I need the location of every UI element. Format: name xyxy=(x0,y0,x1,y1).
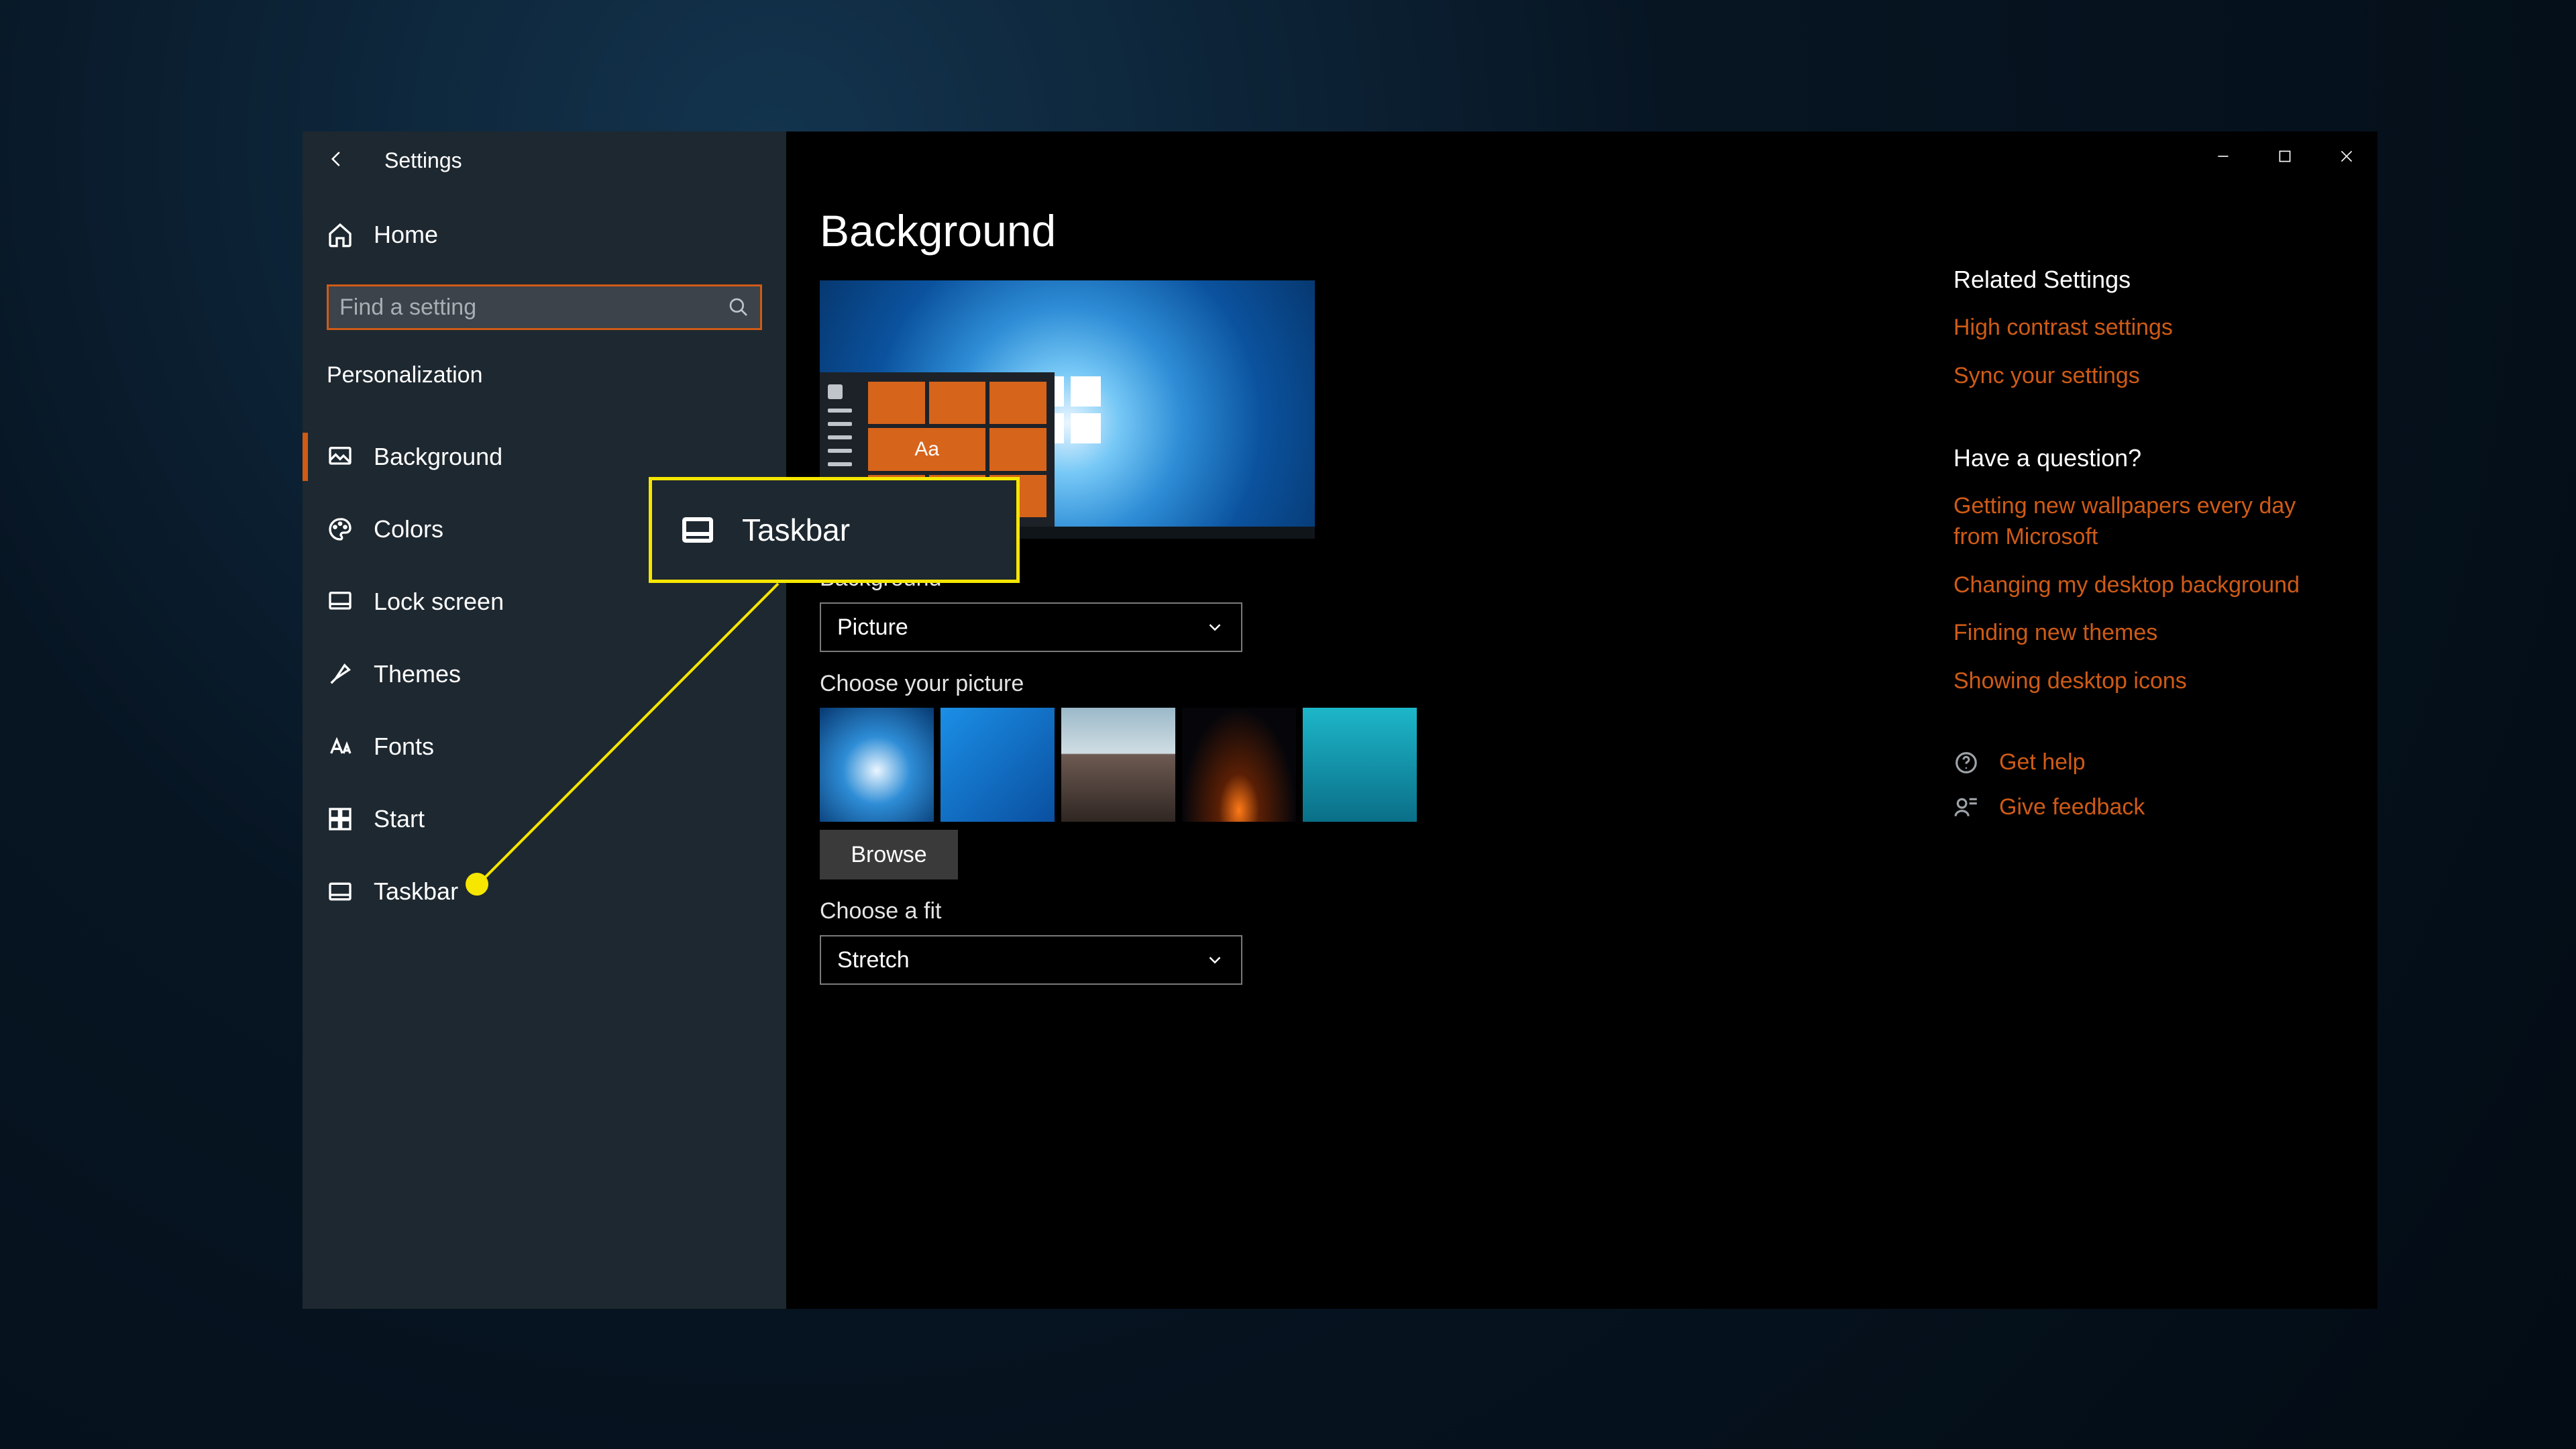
fit-label: Choose a fit xyxy=(820,898,1953,924)
link-q4[interactable]: Showing desktop icons xyxy=(1953,666,2329,697)
preview-sample-text: Aa xyxy=(868,428,985,470)
fonts-icon xyxy=(327,733,354,760)
home-label: Home xyxy=(374,221,438,249)
fit-dropdown[interactable]: Stretch xyxy=(820,935,1242,985)
related-settings-title: Related Settings xyxy=(1953,266,2329,294)
sidebar-item-label: Start xyxy=(374,805,425,833)
link-q2[interactable]: Changing my desktop background xyxy=(1953,570,2329,601)
search-input[interactable] xyxy=(339,294,720,321)
content: Background Aa Background Picture xyxy=(786,131,1953,1309)
feedback-icon xyxy=(1953,795,1979,820)
link-high-contrast[interactable]: High contrast settings xyxy=(1953,313,2329,343)
give-feedback-row[interactable]: Give feedback xyxy=(1953,794,2329,820)
page-title: Background xyxy=(820,205,1953,256)
sidebar-item-fonts[interactable]: Fonts xyxy=(303,710,786,783)
title-row: Settings xyxy=(303,131,786,193)
chevron-down-icon xyxy=(1205,950,1225,970)
home-icon xyxy=(327,221,354,248)
annotation-dot xyxy=(466,873,488,896)
annotation-callout: Taskbar xyxy=(649,477,1020,583)
background-dropdown[interactable]: Picture xyxy=(820,602,1242,652)
section-title: Personalization xyxy=(303,342,786,405)
search-box[interactable] xyxy=(327,284,762,330)
browse-button[interactable]: Browse xyxy=(820,830,958,879)
related-settings-block: Related Settings High contrast settings … xyxy=(1953,266,2329,392)
picture-thumb-3[interactable] xyxy=(1061,708,1175,822)
chevron-down-icon xyxy=(1205,617,1225,637)
start-icon xyxy=(327,806,354,833)
get-help-row[interactable]: Get help xyxy=(1953,749,2329,775)
themes-icon xyxy=(327,661,354,688)
sidebar-item-taskbar[interactable]: Taskbar xyxy=(303,855,786,928)
caption-buttons xyxy=(2192,131,2377,181)
annotation-label: Taskbar xyxy=(742,512,850,548)
sidebar-item-label: Background xyxy=(374,443,502,471)
get-help-label: Get help xyxy=(1999,749,2086,775)
maximize-button[interactable] xyxy=(2254,131,2316,181)
search-icon xyxy=(728,297,749,318)
settings-window: Settings Home Personalization Background… xyxy=(303,131,2377,1309)
sidebar-item-label: Lock screen xyxy=(374,588,504,616)
picture-thumbnails xyxy=(820,708,1953,822)
picture-thumb-5[interactable] xyxy=(1303,708,1417,822)
right-panel: Related Settings High contrast settings … xyxy=(1953,266,2329,839)
picture-thumb-4[interactable] xyxy=(1182,708,1296,822)
sidebar-item-label: Taskbar xyxy=(374,877,458,906)
question-title: Have a question? xyxy=(1953,444,2329,472)
taskbar-icon xyxy=(327,878,354,905)
minimize-button[interactable] xyxy=(2192,131,2254,181)
fit-dropdown-value: Stretch xyxy=(837,947,910,973)
main-area: Background Aa Background Picture xyxy=(786,131,2377,1309)
link-q3[interactable]: Finding new themes xyxy=(1953,618,2329,649)
sidebar: Settings Home Personalization Background… xyxy=(303,131,786,1309)
app-title: Settings xyxy=(384,148,462,173)
back-icon[interactable] xyxy=(327,149,347,172)
sidebar-item-start[interactable]: Start xyxy=(303,783,786,855)
link-sync-settings[interactable]: Sync your settings xyxy=(1953,361,2329,392)
picture-thumb-1[interactable] xyxy=(820,708,934,822)
picture-icon xyxy=(327,443,354,470)
sidebar-item-label: Colors xyxy=(374,515,443,543)
link-q1[interactable]: Getting new wallpapers every day from Mi… xyxy=(1953,491,2329,553)
sidebar-item-themes[interactable]: Themes xyxy=(303,638,786,710)
background-dropdown-value: Picture xyxy=(837,614,908,641)
sidebar-item-label: Themes xyxy=(374,660,461,688)
give-feedback-label: Give feedback xyxy=(1999,794,2145,820)
lockscreen-icon xyxy=(327,588,354,615)
picture-thumb-2[interactable] xyxy=(941,708,1055,822)
taskbar-icon xyxy=(682,517,714,543)
close-button[interactable] xyxy=(2316,131,2377,181)
help-icon xyxy=(1953,750,1979,775)
question-block: Have a question? Getting new wallpapers … xyxy=(1953,444,2329,697)
palette-icon xyxy=(327,516,354,543)
sidebar-item-home[interactable]: Home xyxy=(303,199,786,271)
sidebar-item-label: Fonts xyxy=(374,733,434,761)
choose-picture-label: Choose your picture xyxy=(820,671,1953,697)
